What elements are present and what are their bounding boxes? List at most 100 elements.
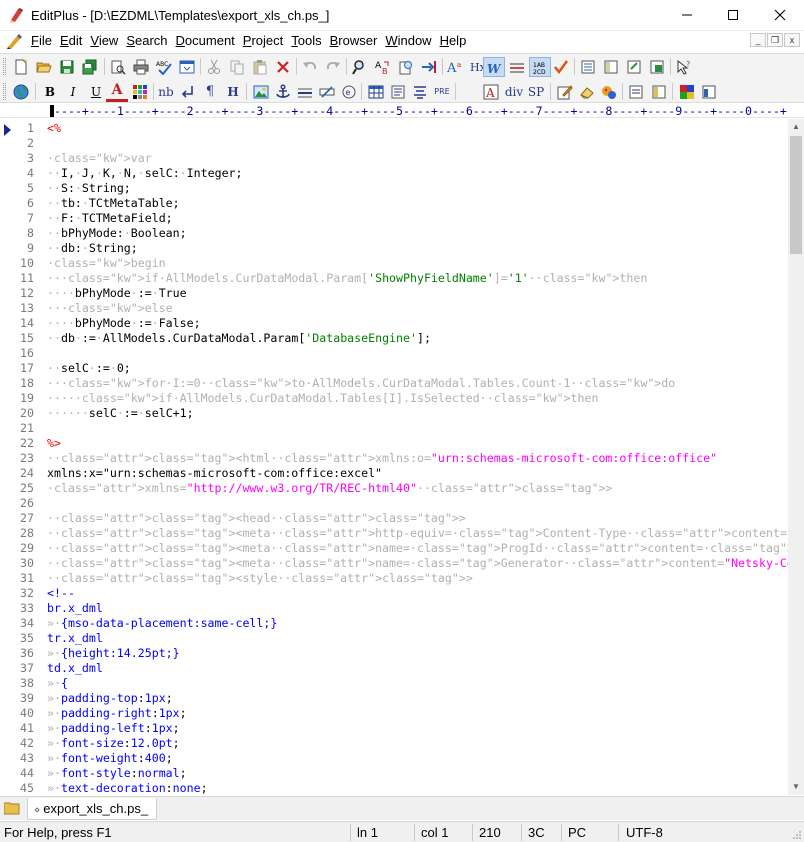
code-line[interactable]: 6 ··tb:·TCtMetaTable; [0, 196, 788, 211]
word-wrap-button[interactable]: W [483, 57, 505, 77]
code-line[interactable]: 27 ··class="attr">class="tag"><head··clas… [0, 511, 788, 526]
code-line[interactable]: 29 ··class="attr">class="tag"><meta··clas… [0, 541, 788, 556]
list-button[interactable] [387, 82, 409, 102]
code-line[interactable]: 24 xmlns:x="urn:schemas-microsoft-com:off… [0, 466, 788, 481]
copy-button[interactable] [226, 57, 248, 77]
code-line[interactable]: 3 ·class="kw">var [0, 151, 788, 166]
folder-icon[interactable] [4, 801, 20, 815]
directory-window-button[interactable] [600, 57, 622, 77]
cliptext-button[interactable] [577, 57, 599, 77]
menu-search[interactable]: Search [126, 33, 172, 51]
code-line[interactable]: 15 ··db·:=·AllModels.CurDataModal.Param['… [0, 331, 788, 346]
code-line[interactable]: 19 ·····class="kw">if·AllModels.CurDataMo… [0, 391, 788, 406]
menu-view[interactable]: View [90, 33, 123, 51]
html-toolbar-button-b[interactable] [648, 82, 670, 102]
code-line[interactable]: 38 »·{ [0, 676, 788, 691]
html-toolbar-button-d[interactable] [698, 82, 720, 102]
code-line[interactable]: 28 ··class="attr">class="tag"><meta··clas… [0, 526, 788, 541]
italic-button[interactable]: I [62, 82, 84, 102]
redo-button[interactable] [322, 57, 344, 77]
code-line[interactable]: 22 %> [0, 436, 788, 451]
cut-button[interactable] [203, 57, 225, 77]
anchor-button[interactable] [272, 82, 294, 102]
code-line[interactable]: 12 ····bPhyMode·:=·True [0, 286, 788, 301]
code-line[interactable]: 33 br.x_dml [0, 601, 788, 616]
status-encoding[interactable]: UTF-8 [626, 825, 663, 840]
font-color-button[interactable]: A [106, 82, 128, 102]
mdi-minimize-button[interactable]: _ [750, 33, 766, 47]
code-line[interactable]: 41 »·padding-left:1px; [0, 721, 788, 736]
code-line[interactable]: 7 ··F:·TCTMetaField; [0, 211, 788, 226]
div-button[interactable]: div [503, 82, 525, 102]
maximize-button[interactable] [710, 0, 756, 30]
new-file-button[interactable] [10, 57, 32, 77]
comment-button[interactable]: e [338, 82, 360, 102]
code-line[interactable]: 36 »·{height:14.25pt;} [0, 646, 788, 661]
full-screen-button[interactable] [646, 57, 668, 77]
print-preview-button[interactable] [107, 57, 129, 77]
code-line[interactable]: 5 ··S:·String; [0, 181, 788, 196]
spell-check-as-you-type-button[interactable] [550, 57, 572, 77]
align-button[interactable] [409, 82, 431, 102]
code-line[interactable]: 31 ··class="attr">class="tag"><style··cla… [0, 571, 788, 586]
mdi-restore-button[interactable]: ❐ [767, 33, 783, 47]
html-edit-button[interactable] [554, 82, 576, 102]
font-button[interactable]: Aa [445, 57, 467, 77]
code-line[interactable]: 20 ······selC·:=·selC+1; [0, 406, 788, 421]
code-line[interactable]: 43 »·font-weight:400; [0, 751, 788, 766]
toolbar-grip[interactable] [3, 58, 6, 75]
paragraph-button[interactable]: ¶ [199, 82, 221, 102]
code-line[interactable]: 2 [0, 136, 788, 151]
code-line[interactable]: 40 »·padding-right:1px; [0, 706, 788, 721]
style-button[interactable] [598, 82, 620, 102]
code-line[interactable]: 35 tr.x_dml [0, 631, 788, 646]
code-editor[interactable]: 1 <% 2 3 ·class="kw">var 4 ··I,·J,·K,·N,·selC:… [0, 119, 788, 795]
status-line-ending[interactable]: PC [568, 825, 586, 840]
code-line[interactable]: 25 ·class="attr">xmlns="http://www.w3.org… [0, 481, 788, 496]
line-break-button[interactable] [177, 82, 199, 102]
save-all-button[interactable] [79, 57, 101, 77]
code-line[interactable]: 9 ··db:·String; [0, 241, 788, 256]
menu-file[interactable]: File [31, 33, 57, 51]
code-line[interactable]: 18 ···class="kw">for·I:=0··class="kw">to·… [0, 376, 788, 391]
menu-project[interactable]: Project [243, 33, 288, 51]
find-button[interactable] [349, 57, 371, 77]
scroll-up-arrow-icon[interactable]: ▲ [788, 119, 804, 135]
code-line[interactable]: 30 ··class="attr">class="tag"><meta··clas… [0, 556, 788, 571]
code-line[interactable]: 32 <!-- [0, 586, 788, 601]
open-file-button[interactable] [33, 57, 55, 77]
font-tag-button[interactable]: A [480, 82, 502, 102]
save-button[interactable] [56, 57, 78, 77]
code-line[interactable]: 14 ····bPhyMode·:=·False; [0, 316, 788, 331]
table-button[interactable] [365, 82, 387, 102]
replace-button[interactable]: AB [372, 57, 394, 77]
editplus-app-icon[interactable] [8, 7, 24, 23]
html-toolbar-button-a[interactable] [625, 82, 647, 102]
line-number-toggle-button[interactable]: 1AB 2CD [529, 57, 551, 77]
undo-button[interactable] [299, 57, 321, 77]
find-in-files-button[interactable] [395, 57, 417, 77]
code-line[interactable]: 4 ··I,·J,·K,·N,·selC:·Integer; [0, 166, 788, 181]
form-button[interactable] [316, 82, 338, 102]
context-help-button[interactable]: ? [673, 57, 695, 77]
code-line[interactable]: 42 »·font-size:12.0pt; [0, 736, 788, 751]
code-line[interactable]: 16 [0, 346, 788, 361]
code-line[interactable]: 44 »·font-style:normal; [0, 766, 788, 781]
menu-tools[interactable]: Tools [291, 33, 326, 51]
go-to-line-button[interactable] [418, 57, 440, 77]
menu-browser[interactable]: Browser [330, 33, 383, 51]
delete-button[interactable] [272, 57, 294, 77]
print-button[interactable] [130, 57, 152, 77]
code-line[interactable]: 8 ··bPhyMode:·Boolean; [0, 226, 788, 241]
nbsp-button[interactable]: nb [155, 82, 177, 102]
code-line[interactable]: 45 »·text-decoration:none; [0, 781, 788, 795]
underline-button[interactable]: U [85, 82, 107, 102]
document-system-menu-icon[interactable] [6, 33, 24, 49]
scrollbar-thumb[interactable] [790, 136, 802, 254]
toolbar-grip[interactable] [3, 83, 6, 100]
horizontal-rule-button[interactable] [294, 82, 316, 102]
menu-edit[interactable]: Edit [60, 33, 87, 51]
mdi-close-button[interactable]: x [784, 33, 800, 47]
close-button[interactable] [757, 0, 803, 30]
spell-check-button[interactable]: ABC [153, 57, 175, 77]
